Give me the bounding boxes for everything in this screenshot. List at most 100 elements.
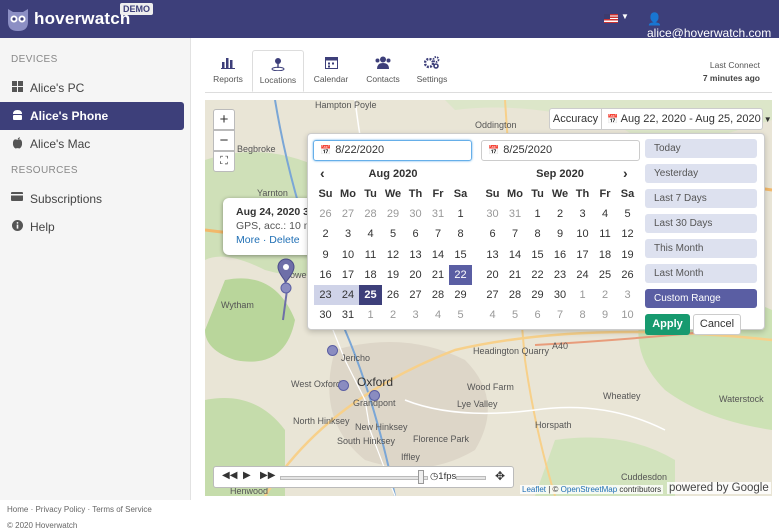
calendar-day[interactable]: 8 (526, 224, 549, 244)
calendar-day[interactable]: 13 (481, 245, 504, 265)
calendar-day[interactable]: 26 (382, 285, 405, 305)
osm-link[interactable]: OpenStreetMap (561, 485, 617, 494)
fps-control[interactable]: ◷1fps (430, 471, 456, 482)
tab-reports[interactable]: Reports (202, 50, 254, 92)
tab-calendar[interactable]: Calendar (305, 50, 357, 92)
calendar-day[interactable]: 31 (427, 204, 450, 224)
play-icon[interactable]: ▶ (243, 470, 251, 481)
calendar-day[interactable]: 15 (526, 245, 549, 265)
calendar-day[interactable]: 30 (549, 285, 572, 305)
calendar-day[interactable]: 25 (359, 285, 382, 305)
sidebar-item-alices-pc[interactable]: Alice's PC (0, 74, 184, 102)
calendar-day[interactable]: 10 (616, 305, 639, 325)
range-this-month[interactable]: This Month (645, 239, 757, 258)
calendar-day[interactable]: 6 (404, 224, 427, 244)
calendar-day[interactable]: 23 (314, 285, 337, 305)
calendar-day[interactable]: 30 (314, 305, 337, 325)
calendar-day[interactable]: 18 (594, 245, 617, 265)
calendar-day[interactable]: 17 (571, 245, 594, 265)
calendar-day[interactable]: 29 (449, 285, 472, 305)
calendar-day[interactable]: 26 (616, 265, 639, 285)
calendar-day[interactable]: 10 (337, 245, 360, 265)
move-icon[interactable]: ✥ (495, 469, 505, 483)
calendar-day[interactable]: 14 (504, 245, 527, 265)
playback-track[interactable] (280, 476, 428, 480)
cancel-button[interactable]: Cancel (693, 314, 741, 335)
calendar-day[interactable]: 8 (571, 305, 594, 325)
fullscreen-button[interactable]: ⛶ (213, 151, 235, 172)
calendar-day[interactable]: 16 (314, 265, 337, 285)
calendar-day[interactable]: 27 (404, 285, 427, 305)
calendar-day[interactable]: 2 (549, 204, 572, 224)
sidebar-item-help[interactable]: Help (0, 213, 184, 241)
calendar-day[interactable]: 2 (594, 285, 617, 305)
popup-delete-link[interactable]: Delete (269, 234, 299, 246)
date-range-button[interactable]: 📅 Aug 22, 2020 - Aug 25, 2020 ▼ (601, 108, 772, 130)
home-link[interactable]: Home (7, 505, 28, 514)
calendar-day[interactable]: 7 (504, 224, 527, 244)
calendar-day[interactable]: 29 (526, 285, 549, 305)
calendar-day[interactable]: 2 (314, 224, 337, 244)
leaflet-link[interactable]: Leaflet (522, 485, 546, 494)
calendar-day[interactable]: 25 (594, 265, 617, 285)
calendar-day[interactable]: 17 (337, 265, 360, 285)
calendar-day[interactable]: 26 (314, 204, 337, 224)
calendar-day[interactable]: 7 (549, 305, 572, 325)
calendar-day[interactable]: 13 (404, 245, 427, 265)
calendar-day[interactable]: 11 (359, 245, 382, 265)
calendar-day[interactable]: 2 (382, 305, 405, 325)
calendar-day[interactable]: 28 (504, 285, 527, 305)
zoom-out-button[interactable]: − (213, 130, 235, 151)
calendar-day[interactable]: 21 (427, 265, 450, 285)
calendar-day[interactable]: 10 (571, 224, 594, 244)
calendar-day[interactable]: 1 (526, 204, 549, 224)
calendar-day[interactable]: 31 (504, 204, 527, 224)
apply-button[interactable]: Apply (645, 314, 690, 335)
calendar-day[interactable]: 20 (404, 265, 427, 285)
calendar-day[interactable]: 24 (571, 265, 594, 285)
calendar-day[interactable]: 19 (382, 265, 405, 285)
calendar-day[interactable]: 21 (504, 265, 527, 285)
calendar-day[interactable]: 3 (337, 224, 360, 244)
calendar-day[interactable]: 16 (549, 245, 572, 265)
range-last-30-days[interactable]: Last 30 Days (645, 214, 757, 233)
calendar-day[interactable]: 4 (481, 305, 504, 325)
calendar-day[interactable]: 12 (382, 245, 405, 265)
brand-name[interactable]: hoverwatch (34, 9, 130, 29)
terms-link[interactable]: Terms of Service (92, 505, 152, 514)
calendar-day[interactable]: 5 (616, 204, 639, 224)
calendar-day[interactable]: 3 (571, 204, 594, 224)
calendar-day[interactable]: 5 (449, 305, 472, 325)
fast-forward-icon[interactable]: ▶▶ (260, 470, 275, 481)
location-point-marker[interactable] (369, 390, 380, 401)
calendar-day[interactable]: 19 (616, 245, 639, 265)
range-today[interactable]: Today (645, 139, 757, 158)
owl-logo-icon[interactable] (6, 6, 30, 32)
popup-more-link[interactable]: More (236, 234, 260, 246)
calendar-day[interactable]: 22 (449, 264, 472, 285)
calendar-day[interactable]: 1 (359, 305, 382, 325)
calendar-day[interactable]: 4 (427, 305, 450, 325)
calendar-day[interactable]: 9 (594, 305, 617, 325)
calendar-day[interactable]: 11 (594, 224, 617, 244)
start-date-input[interactable]: 📅 8/22/2020 (313, 140, 472, 161)
calendar-day[interactable]: 30 (404, 204, 427, 224)
calendar-day[interactable]: 22 (526, 265, 549, 285)
calendar-day[interactable]: 1 (449, 204, 472, 224)
calendar-day[interactable]: 28 (427, 285, 450, 305)
range-custom[interactable]: Custom Range (645, 289, 757, 308)
tab-contacts[interactable]: Contacts (357, 50, 409, 92)
calendar-day[interactable]: 9 (549, 224, 572, 244)
location-point-marker[interactable] (327, 345, 338, 356)
language-caret-icon[interactable]: ▼ (621, 12, 629, 21)
calendar-day[interactable]: 1 (571, 285, 594, 305)
calendar-day[interactable]: 23 (549, 265, 572, 285)
accuracy-button[interactable]: Accuracy (549, 108, 602, 130)
calendar-day[interactable]: 6 (526, 305, 549, 325)
calendar-day[interactable]: 14 (427, 245, 450, 265)
sidebar-item-subscriptions[interactable]: Subscriptions (0, 185, 184, 213)
calendar-day[interactable]: 4 (594, 204, 617, 224)
calendar-day[interactable]: 9 (314, 245, 337, 265)
end-date-input[interactable]: 📅 8/25/2020 (481, 140, 640, 161)
calendar-day[interactable]: 30 (481, 204, 504, 224)
